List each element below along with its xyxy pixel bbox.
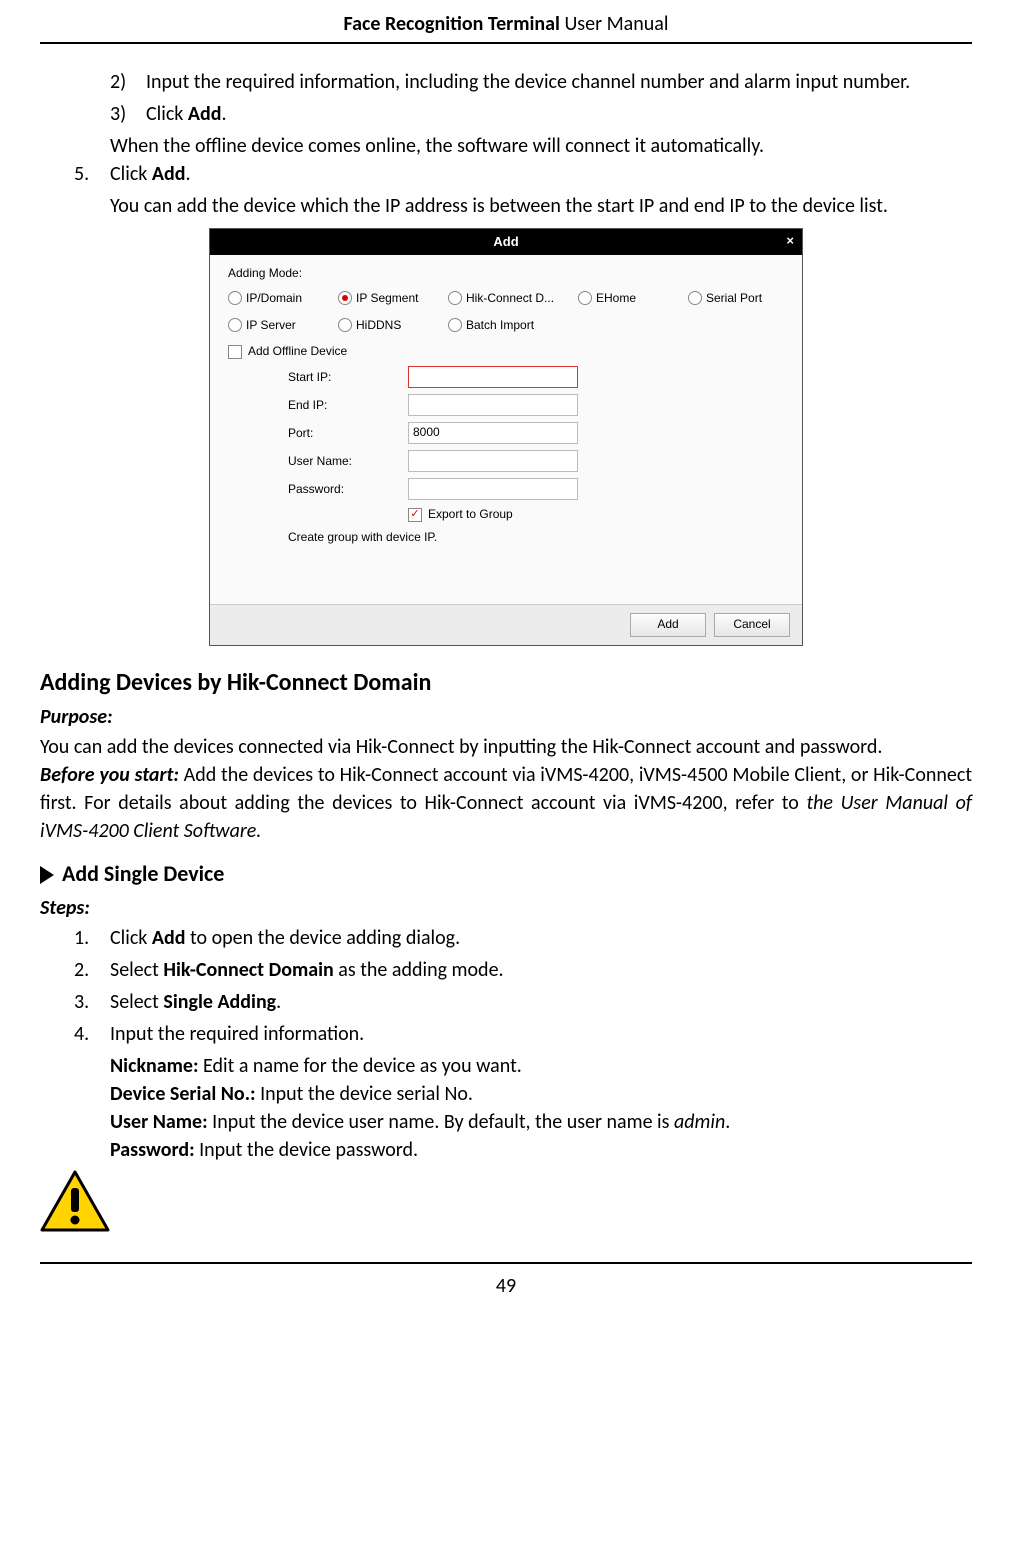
field-user-name: User Name: Input the device user name. B… bbox=[110, 1108, 972, 1136]
substep-3-note: When the offline device comes online, th… bbox=[110, 132, 972, 160]
field-password: Password: Input the device password. bbox=[110, 1136, 972, 1164]
substep-2: 2) Input the required information, inclu… bbox=[110, 68, 972, 96]
add-offline-device[interactable]: Add Offline Device bbox=[228, 343, 784, 360]
step-2b: 2. Select Hik-Connect Domain as the addi… bbox=[74, 956, 972, 984]
row-end-ip: End IP: bbox=[288, 394, 784, 416]
purpose-label: Purpose: bbox=[40, 703, 972, 731]
radio-ip-domain[interactable]: IP/Domain bbox=[228, 290, 338, 307]
checkbox-icon[interactable] bbox=[408, 508, 422, 522]
radio-hik-connect-d[interactable]: Hik-Connect D... bbox=[448, 290, 578, 307]
steps-label: Steps: bbox=[40, 894, 972, 922]
substep-3-num: 3) bbox=[110, 100, 146, 128]
row-user-name: User Name: bbox=[288, 450, 784, 472]
substep-2-num: 2) bbox=[110, 68, 146, 96]
password-input[interactable] bbox=[408, 478, 578, 500]
radio-ip-segment[interactable]: IP Segment bbox=[338, 290, 448, 307]
header-rest: User Manual bbox=[560, 12, 669, 36]
radio-hiddns[interactable]: HiDDNS bbox=[338, 317, 448, 334]
user-name-input[interactable] bbox=[408, 450, 578, 472]
adding-mode-label: Adding Mode: bbox=[228, 265, 784, 282]
section-heading-hik-connect: Adding Devices by Hik-Connect Domain bbox=[40, 666, 972, 700]
step-5-note: You can add the device which the IP addr… bbox=[110, 192, 972, 220]
substep-2-text: Input the required information, includin… bbox=[146, 68, 972, 96]
cancel-button[interactable]: Cancel bbox=[714, 613, 790, 637]
purpose-text: You can add the devices connected via Hi… bbox=[40, 733, 972, 761]
adding-mode-radios: IP/Domain IP Segment Hik-Connect D... EH… bbox=[228, 290, 784, 334]
substep-3-text: Click Add. bbox=[146, 100, 972, 128]
hint-text: Create group with device IP. bbox=[288, 529, 784, 546]
port-input[interactable]: 8000 bbox=[408, 422, 578, 444]
page-number: 49 bbox=[40, 1272, 972, 1300]
substep-3: 3) Click Add. bbox=[110, 100, 972, 128]
header-title: Face Recognition Terminal User Manual bbox=[40, 10, 972, 42]
header-bold: Face Recognition Terminal bbox=[344, 12, 560, 36]
warning-icon bbox=[40, 1170, 110, 1232]
radio-serial-port[interactable]: Serial Port bbox=[688, 290, 798, 307]
step-1: 1. Click Add to open the device adding d… bbox=[74, 924, 972, 952]
section-heading-add-single-device: Add Single Device bbox=[40, 859, 972, 890]
step-3b: 3. Select Single Adding. bbox=[74, 988, 972, 1016]
add-button[interactable]: Add bbox=[630, 613, 706, 637]
step-5-num: 5. bbox=[74, 160, 110, 188]
dialog-titlebar: Add × bbox=[210, 229, 802, 255]
add-dialog: Add × Adding Mode: IP/Domain IP Segment … bbox=[209, 228, 803, 646]
row-port: Port: 8000 bbox=[288, 422, 784, 444]
radio-batch-import[interactable]: Batch Import bbox=[448, 317, 578, 334]
step-5-text: Click Add. bbox=[110, 160, 972, 188]
field-serial-no: Device Serial No.: Input the device seri… bbox=[110, 1080, 972, 1108]
dialog-footer: Add Cancel bbox=[210, 604, 802, 645]
step-5: 5. Click Add. bbox=[74, 160, 972, 188]
row-start-ip: Start IP: bbox=[288, 366, 784, 388]
start-ip-input[interactable] bbox=[408, 366, 578, 388]
checkbox-icon[interactable] bbox=[228, 345, 242, 359]
header-rule bbox=[40, 42, 972, 44]
row-password: Password: bbox=[288, 478, 784, 500]
arrow-right-icon bbox=[40, 866, 54, 884]
dialog-title: Add bbox=[493, 233, 518, 251]
footer-rule bbox=[40, 1262, 972, 1264]
close-icon[interactable]: × bbox=[786, 232, 794, 250]
radio-ehome[interactable]: EHome bbox=[578, 290, 688, 307]
row-export-to-group[interactable]: Export to Group bbox=[288, 506, 784, 523]
before-you-start: Before you start: Add the devices to Hik… bbox=[40, 761, 972, 845]
field-nickname: Nickname: Edit a name for the device as … bbox=[110, 1052, 972, 1080]
end-ip-input[interactable] bbox=[408, 394, 578, 416]
radio-ip-server[interactable]: IP Server bbox=[228, 317, 338, 334]
step-4b: 4. Input the required information. bbox=[74, 1020, 972, 1048]
